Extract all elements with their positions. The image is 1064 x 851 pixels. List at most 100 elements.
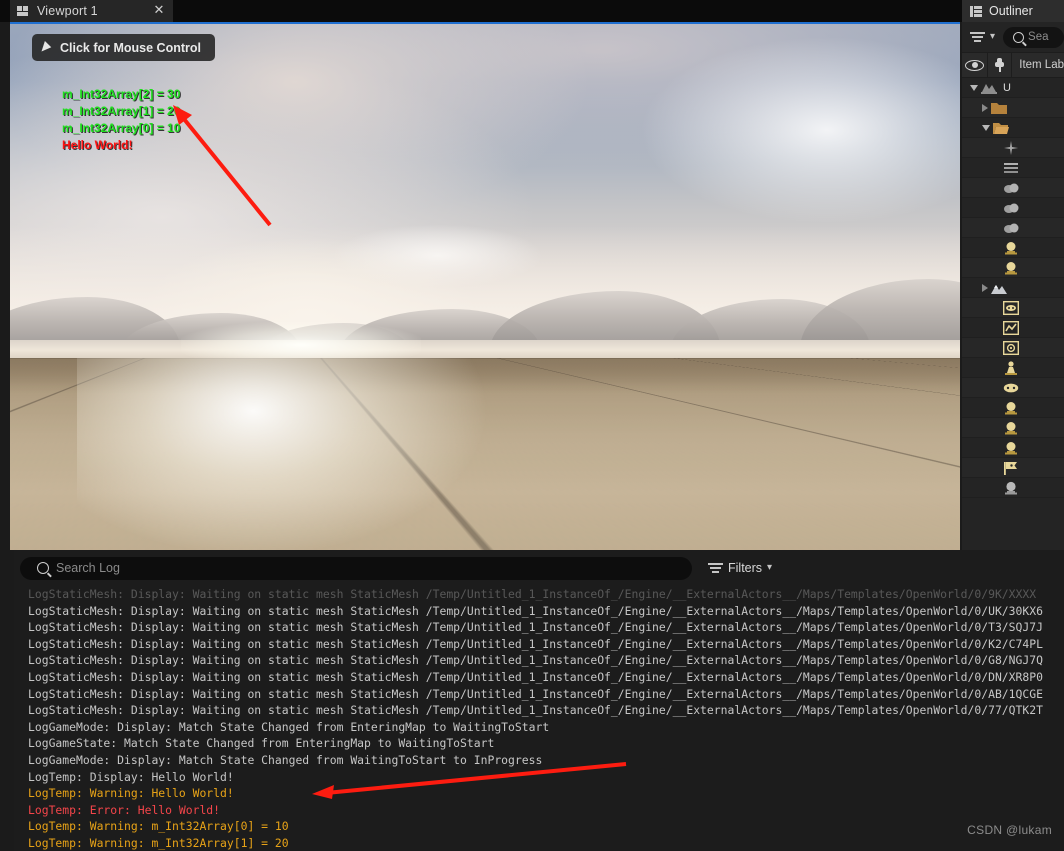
column-pin[interactable] <box>987 53 1011 77</box>
outliner-row[interactable] <box>962 178 1064 198</box>
log-line: LogStaticMesh: Display: Waiting on stati… <box>28 603 1064 620</box>
log-line: LogStaticMesh: Display: Waiting on stati… <box>28 702 1064 719</box>
outliner-row[interactable] <box>962 98 1064 118</box>
log-line: LogStaticMesh: Display: Waiting on stati… <box>28 669 1064 686</box>
twisty-placeholder <box>994 484 1000 492</box>
expand-right-icon[interactable] <box>982 284 988 292</box>
outliner-tree[interactable]: U <box>962 78 1064 498</box>
log-output-area[interactable]: LogStaticMesh: Display: Waiting on stati… <box>28 586 1064 851</box>
log-line: LogStaticMesh: Display: Waiting on stati… <box>28 652 1064 669</box>
expand-right-icon[interactable] <box>982 104 988 112</box>
unreal-editor-window: Viewport 1 ✕ Click for Mouse Control m_I… <box>0 0 1064 851</box>
gamepad-icon <box>1003 381 1019 395</box>
outliner-row[interactable] <box>962 218 1064 238</box>
log-search-placeholder: Search Log <box>56 561 120 575</box>
eye-icon <box>965 60 984 71</box>
outliner-row[interactable] <box>962 278 1064 298</box>
log-line: LogTemp: Error: Hello World! <box>28 802 1064 819</box>
outliner-row[interactable]: U <box>962 78 1064 98</box>
checkered-floor <box>10 358 960 550</box>
log-line: LogGameState: Match State Changed from E… <box>28 735 1064 752</box>
outliner-column-header: Item Lab <box>962 52 1064 78</box>
log-line: LogStaticMesh: Display: Waiting on stati… <box>28 619 1064 636</box>
log-line: LogGameMode: Display: Match State Change… <box>28 752 1064 769</box>
outliner-row[interactable] <box>962 418 1064 438</box>
folder-open-icon <box>993 121 1009 134</box>
outliner-row[interactable] <box>962 298 1064 318</box>
outliner-row[interactable] <box>962 378 1064 398</box>
twisty-placeholder <box>994 464 1000 472</box>
chevron-down-icon[interactable]: ▾ <box>990 32 995 42</box>
tab-outliner[interactable]: Outliner <box>962 0 1064 22</box>
light-icon <box>1003 401 1019 415</box>
filters-button[interactable]: Filters ▾ <box>708 561 772 575</box>
outliner-tab-label: Outliner <box>989 4 1033 18</box>
cloud-icon <box>1003 201 1019 214</box>
debug-message: m_Int32Array[0] = 10 <box>62 120 180 137</box>
outliner-row[interactable] <box>962 198 1064 218</box>
log-toolbar: Search Log Filters ▾ <box>14 550 1064 586</box>
light-icon <box>1003 441 1019 455</box>
outliner-row[interactable] <box>962 238 1064 258</box>
twisty-placeholder <box>994 384 1000 392</box>
cloud-icon <box>1003 221 1019 234</box>
twisty-placeholder <box>994 444 1000 452</box>
blueprint-graph-icon <box>1003 321 1019 335</box>
world-icon <box>981 81 997 94</box>
outliner-row[interactable] <box>962 478 1064 498</box>
debug-message: Hello World! <box>62 137 180 154</box>
log-line: LogTemp: Warning: m_Int32Array[1] = 20 <box>28 835 1064 851</box>
outliner-row[interactable] <box>962 318 1064 338</box>
search-icon <box>37 562 49 574</box>
character-icon <box>1003 361 1019 375</box>
twisty-placeholder <box>994 304 1000 312</box>
floor-specular-highlight <box>77 358 497 550</box>
outliner-row[interactable] <box>962 138 1064 158</box>
outliner-row[interactable] <box>962 438 1064 458</box>
twisty-placeholder <box>994 404 1000 412</box>
cloud-icon <box>1003 181 1019 194</box>
log-line: LogStaticMesh: Display: Waiting on stati… <box>28 686 1064 703</box>
blueprint-target-icon <box>1003 341 1019 355</box>
watermark: CSDN @lukam <box>967 823 1052 837</box>
tab-viewport-1[interactable]: Viewport 1 ✕ <box>10 0 173 22</box>
log-line: LogGameMode: Display: Match State Change… <box>28 719 1064 736</box>
outliner-row[interactable] <box>962 118 1064 138</box>
close-icon[interactable]: ✕ <box>152 3 166 17</box>
outliner-row[interactable] <box>962 338 1064 358</box>
tab-bar: Viewport 1 ✕ <box>0 0 1064 22</box>
outliner-row[interactable] <box>962 458 1064 478</box>
twisty-placeholder <box>994 344 1000 352</box>
log-search-input[interactable]: Search Log <box>20 557 692 580</box>
twisty-placeholder <box>994 244 1000 252</box>
onscreen-debug-messages: m_Int32Array[2] = 30 m_Int32Array[1] = 2… <box>62 86 180 154</box>
twisty-placeholder <box>994 424 1000 432</box>
twisty-placeholder <box>994 264 1000 272</box>
column-item-label[interactable]: Item Lab <box>1011 53 1064 77</box>
twisty-placeholder <box>994 204 1000 212</box>
twisty-placeholder <box>994 224 1000 232</box>
expand-down-icon[interactable] <box>970 85 978 91</box>
twisty-placeholder <box>994 144 1000 152</box>
sparkle-icon <box>1003 141 1019 155</box>
column-visibility[interactable] <box>962 53 987 77</box>
tab-label: Viewport 1 <box>37 4 98 18</box>
viewport-3d[interactable]: Click for Mouse Control m_Int32Array[2] … <box>10 22 960 550</box>
click-for-mouse-control-button[interactable]: Click for Mouse Control <box>32 34 215 61</box>
blueprint-pad-icon <box>1003 301 1019 315</box>
filter-icon[interactable] <box>970 31 985 43</box>
cursor-arrow-icon <box>41 41 52 54</box>
outliner-row[interactable] <box>962 158 1064 178</box>
outliner-row-label: U <box>1003 82 1011 94</box>
fog-icon <box>1003 161 1019 174</box>
chevron-down-icon: ▾ <box>767 563 772 573</box>
log-line: LogTemp: Warning: Hello World! <box>28 785 1064 802</box>
mouse-control-label: Click for Mouse Control <box>60 41 201 55</box>
outliner-list-icon <box>970 6 982 17</box>
outliner-row[interactable] <box>962 258 1064 278</box>
outliner-search-input[interactable]: Sea <box>1003 27 1064 48</box>
expand-down-icon[interactable] <box>982 125 990 131</box>
outliner-search-placeholder: Sea <box>1028 31 1048 43</box>
outliner-row[interactable] <box>962 398 1064 418</box>
outliner-row[interactable] <box>962 358 1064 378</box>
